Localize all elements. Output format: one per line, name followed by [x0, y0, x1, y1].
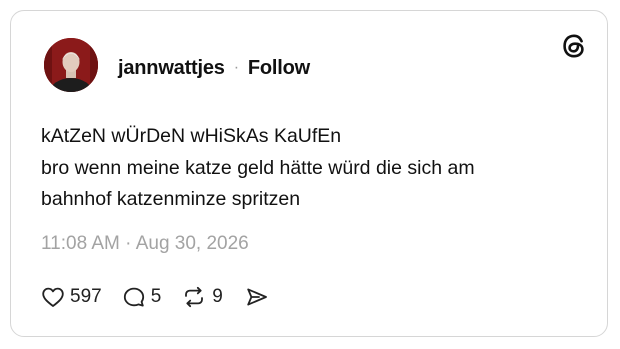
heart-icon [41, 286, 65, 308]
separator-dot: · [233, 59, 239, 76]
repost-arrows-icon [181, 286, 207, 308]
share-button[interactable] [245, 286, 269, 308]
send-icon [245, 286, 269, 308]
repost-count: 9 [212, 286, 223, 307]
post-header: jannwattjes · Follow [118, 55, 310, 81]
action-bar: 597 5 9 [41, 283, 269, 311]
reply-count: 5 [150, 286, 162, 307]
post-text-line: bro wenn meine katze geld hätte würd die… [41, 156, 475, 179]
reply-button[interactable]: 5 [122, 286, 162, 308]
comment-bubble-icon [122, 286, 146, 308]
like-count: 597 [70, 286, 102, 307]
post-text-line: bahnhof katzenminze spritzen [41, 188, 301, 210]
post-text: kAtZeN wÜrDeN wHiSkAs KaUfEn bro wenn me… [41, 121, 581, 216]
like-button[interactable]: 597 [41, 286, 102, 308]
repost-button[interactable]: 9 [181, 286, 223, 308]
threads-logo-icon[interactable] [561, 33, 587, 59]
username-link[interactable]: jannwattjes [118, 57, 225, 80]
follow-button[interactable]: Follow [248, 57, 310, 80]
post-card: jannwattjes · Follow kAtZeN wÜrDeN wHiSk… [10, 10, 608, 337]
post-text-line: kAtZeN wÜrDeN wHiSkAs KaUfEn [41, 125, 342, 147]
avatar[interactable] [44, 38, 98, 92]
post-timestamp[interactable]: 11:08 AM · Aug 30, 2026 [41, 233, 249, 255]
